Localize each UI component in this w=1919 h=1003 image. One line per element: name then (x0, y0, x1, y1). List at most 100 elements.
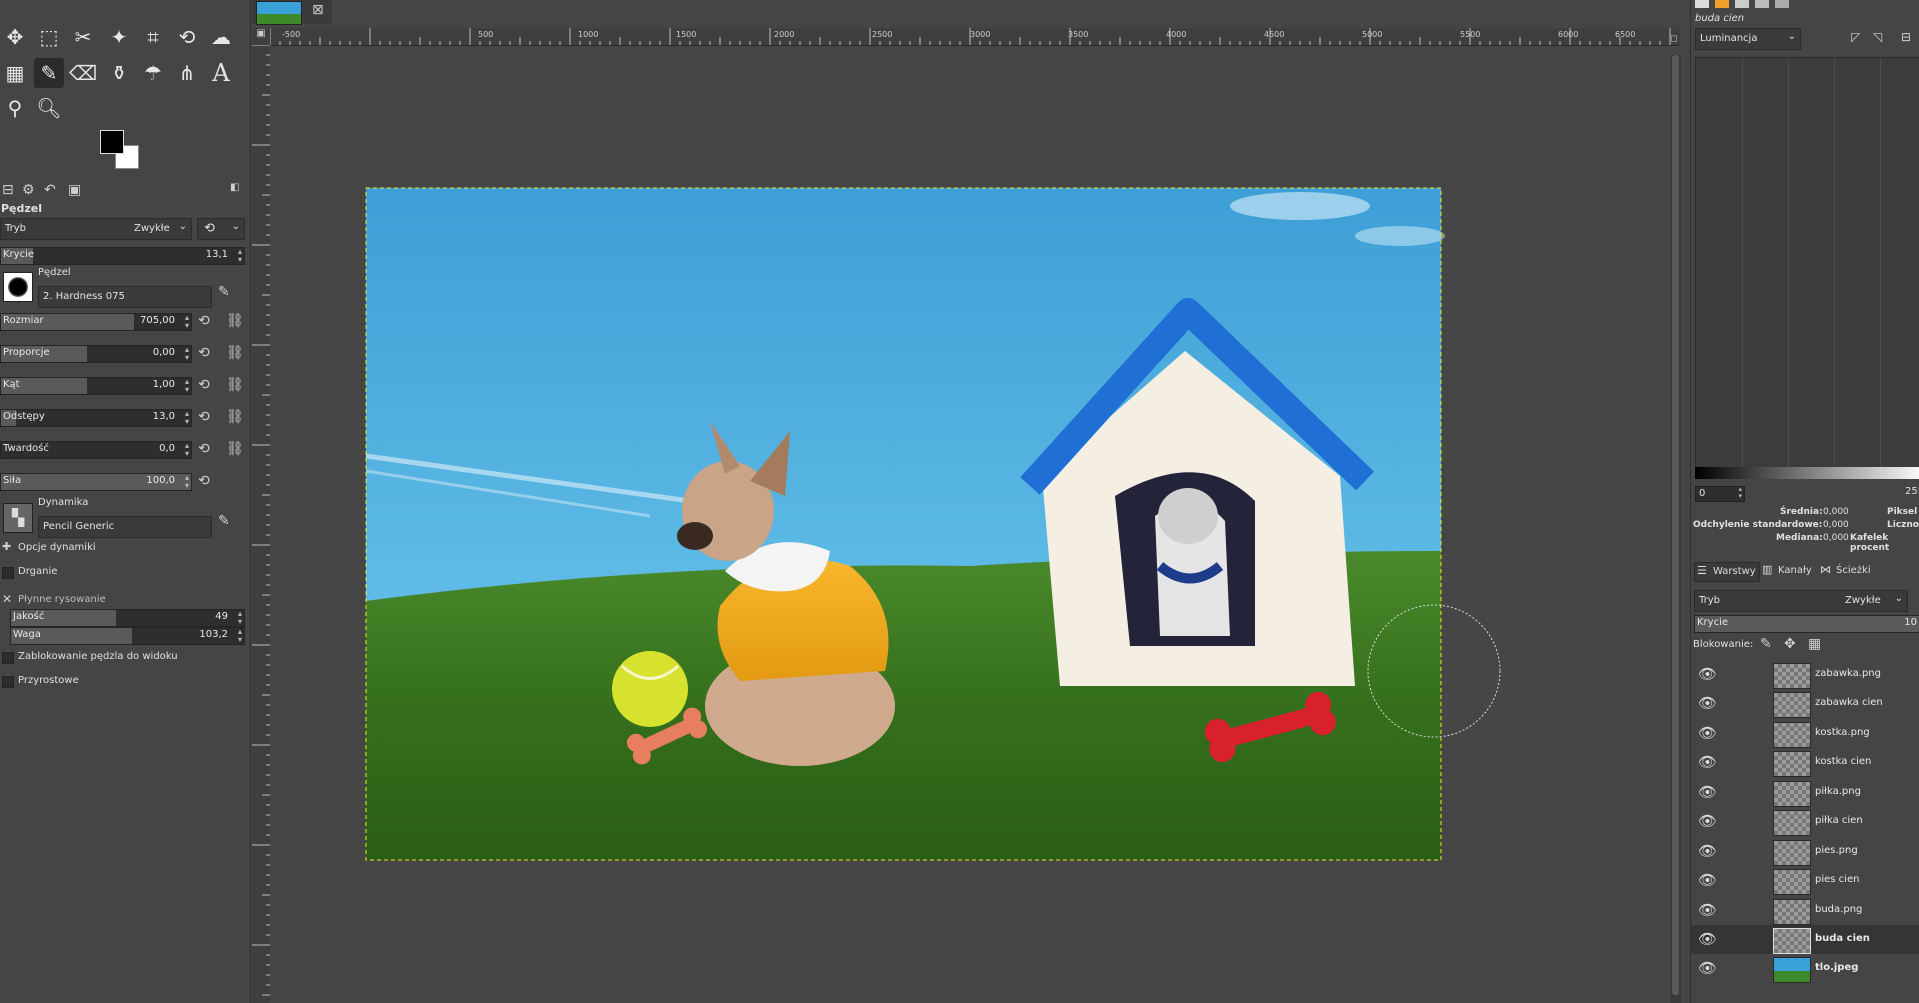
log-histogram-icon[interactable]: ◹ (1873, 30, 1882, 44)
tool-options-tab-icon[interactable]: ⊟ (2, 182, 14, 198)
foreground-color-swatch[interactable] (100, 130, 124, 154)
visibility-eye-icon[interactable]: 👁︎ (1698, 812, 1717, 830)
range-start-field[interactable]: 0 ▴ ▾ (1695, 486, 1745, 502)
image-tab[interactable]: ⊠ (252, 0, 332, 25)
histogram-menu-icon[interactable]: ⊟ (1901, 30, 1911, 44)
smudge-tool-icon[interactable]: ☂ (138, 58, 168, 88)
tab-channels[interactable]: ▥ Kanały (1760, 562, 1816, 580)
clone-tool-icon[interactable]: ⚱ (104, 58, 134, 88)
text-tool-icon[interactable]: A (206, 58, 236, 88)
reset-angle-icon[interactable]: ⟲ (198, 377, 210, 393)
spin-icon[interactable]: ▴ ▾ (185, 410, 189, 426)
visibility-eye-icon[interactable]: 👁︎ (1698, 694, 1717, 712)
link-hardness-icon[interactable]: ⛓ (226, 441, 244, 457)
dynamics-options-label[interactable]: Opcje dynamiki (18, 542, 96, 553)
patterns-tab-icon[interactable] (1755, 0, 1769, 8)
link-spacing-icon[interactable]: ⛓ (226, 409, 244, 425)
spin-icon[interactable]: ▴ ▾ (238, 628, 242, 644)
reset-aspect-icon[interactable]: ⟲ (198, 345, 210, 361)
close-tab-icon[interactable]: ⊠ (312, 2, 324, 18)
layer-row[interactable]: 👁︎ buda.png (1690, 896, 1919, 925)
layer-row[interactable]: 👁︎ zabawka.png (1690, 660, 1919, 689)
layer-mode-select[interactable]: Tryb Zwykłe ⌄ (1694, 590, 1908, 612)
spin-icon[interactable]: ▴ ▾ (185, 442, 189, 458)
angle-slider[interactable]: Kąt 1,00 ▴ ▾ (0, 377, 192, 395)
gradient-tool-icon[interactable]: ▦ (0, 58, 30, 88)
layer-row[interactable]: 👁︎ piłka cien (1690, 807, 1919, 836)
histogram-graph[interactable] (1695, 57, 1919, 469)
navigate-corner-icon[interactable]: ◻ (1670, 34, 1681, 46)
move-tool-icon[interactable]: ✥ (0, 22, 30, 52)
lock-pixels-icon[interactable]: ✎ (1760, 636, 1772, 652)
visibility-eye-icon[interactable]: 👁︎ (1698, 901, 1717, 919)
warp-tool-icon[interactable]: ☁ (206, 22, 236, 52)
palette-tab-icon[interactable] (1715, 0, 1729, 8)
spacing-slider[interactable]: Odstępy 13,0 ▴ ▾ (0, 409, 192, 427)
spin-icon[interactable]: ▴ ▾ (185, 314, 189, 330)
reset-hardness-icon[interactable]: ⟲ (198, 441, 210, 457)
visibility-eye-icon[interactable]: 👁︎ (1698, 871, 1717, 889)
visibility-eye-icon[interactable]: 👁︎ (1698, 930, 1717, 948)
jitter-checkbox[interactable] (2, 567, 14, 579)
hardness-slider[interactable]: Twardość 0,0 ▴ ▾ (0, 441, 192, 459)
gradients-tab-icon[interactable] (1775, 0, 1789, 8)
dynamics-field[interactable]: Pencil Generic (38, 516, 212, 538)
visibility-eye-icon[interactable]: 👁︎ (1698, 665, 1717, 683)
images-tab-icon[interactable]: ▣ (68, 182, 81, 198)
reset-spacing-icon[interactable]: ⟲ (198, 409, 210, 425)
spin-icon[interactable]: ▴ ▾ (185, 474, 189, 490)
layer-row[interactable]: 👁︎ piłka.png (1690, 778, 1919, 807)
visibility-eye-icon[interactable]: 👁︎ (1698, 959, 1717, 977)
link-angle-icon[interactable]: ⛓ (226, 377, 244, 393)
brush-name-field[interactable]: 2. Hardness 075 (38, 286, 212, 308)
crop-tool-icon[interactable]: ⌗ (138, 22, 168, 52)
spin-icon[interactable]: ▴ ▾ (238, 610, 242, 626)
quality-slider[interactable]: Jakość 49 ▴ ▾ (10, 609, 245, 627)
tab-paths[interactable]: ⋈ Ścieżki (1818, 562, 1878, 580)
rect-select-tool-icon[interactable]: ⬚ (34, 22, 64, 52)
brushes-tab-icon[interactable] (1735, 0, 1749, 8)
tab-layers[interactable]: ☰ Warstwy (1694, 562, 1760, 582)
lock-brush-checkbox[interactable] (2, 652, 14, 664)
linear-histogram-icon[interactable]: ◸ (1851, 30, 1860, 44)
layer-row[interactable]: 👁︎ kostka.png (1690, 719, 1919, 748)
undo-history-tab-icon[interactable]: ↶ (44, 182, 56, 198)
opacity-slider[interactable]: Krycie 13,1 ▴ ▾ (0, 247, 245, 265)
layer-opacity-slider[interactable]: Krycie 10 (1694, 615, 1919, 633)
scissors-tool-icon[interactable]: ✂ (68, 22, 98, 52)
size-slider[interactable]: Rozmiar 705,00 ▴ ▾ (0, 313, 192, 331)
layer-row[interactable]: 👁︎ zabawka cien (1690, 689, 1919, 718)
visibility-eye-icon[interactable]: 👁︎ (1698, 753, 1717, 771)
edit-dynamics-icon[interactable]: ✎ (218, 513, 230, 529)
unified-transform-tool-icon[interactable]: ⟲ (172, 22, 202, 52)
fuzzy-select-tool-icon[interactable]: ✦ (104, 22, 134, 52)
aspect-slider[interactable]: Proporcje 0,00 ▴ ▾ (0, 345, 192, 363)
paths-tool-icon[interactable]: ⋔ (172, 58, 202, 88)
expand-plus-icon[interactable]: ✚ (2, 540, 11, 553)
spin-icon[interactable]: ▴ ▾ (185, 346, 189, 362)
channel-select[interactable]: Luminancja ⌄ (1695, 28, 1801, 50)
fg-color-tab-icon[interactable] (1695, 0, 1709, 8)
dynamics-preview-icon[interactable]: ▚ (3, 503, 33, 533)
spin-icon[interactable]: ▴ ▾ (238, 248, 242, 264)
mode-reset-button[interactable]: ⟲ ⌄ (197, 218, 245, 240)
spin-icon[interactable]: ▴ ▾ (185, 378, 189, 394)
weight-slider[interactable]: Waga 103,2 ▴ ▾ (10, 627, 245, 645)
visibility-eye-icon[interactable]: 👁︎ (1698, 724, 1717, 742)
link-size-icon[interactable]: ⛓ (226, 313, 244, 329)
lock-alpha-icon[interactable]: ▦ (1808, 636, 1821, 652)
vertical-scrollbar[interactable] (1670, 55, 1681, 1003)
paintbrush-tool-icon[interactable]: ✎ (34, 58, 64, 88)
reset-size-icon[interactable]: ⟲ (198, 313, 210, 329)
color-picker-tool-icon[interactable]: ⚲ (0, 93, 30, 123)
eraser-tool-icon[interactable]: ⌫ (68, 58, 98, 88)
lock-position-icon[interactable]: ✥ (1784, 636, 1796, 652)
zoom-tool-icon[interactable]: 🔍︎ (34, 93, 64, 123)
layer-row[interactable]: 👁︎ kostka cien (1690, 748, 1919, 777)
brush-preview[interactable] (3, 272, 33, 302)
panel-menu-icon[interactable]: ◧ (230, 182, 239, 193)
device-status-tab-icon[interactable]: ⚙ (22, 182, 35, 198)
layer-row-selected[interactable]: 👁︎ buda cien (1690, 925, 1919, 954)
reset-force-icon[interactable]: ⟲ (198, 473, 210, 489)
layer-row[interactable]: 👁︎ tlo.jpeg (1690, 954, 1919, 983)
